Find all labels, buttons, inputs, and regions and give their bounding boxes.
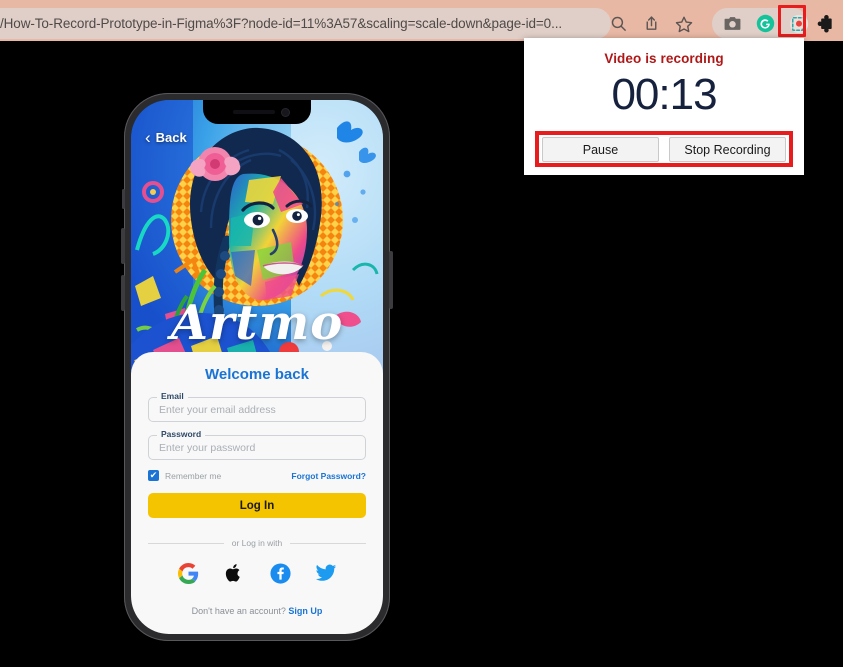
toolbar-icon-group [608, 8, 694, 39]
log-in-button[interactable]: Log In [148, 493, 366, 518]
password-field-group: Enter your password Password [148, 429, 366, 460]
remember-row: ✔ Remember me Forgot Password? [148, 470, 366, 481]
zoom-out-icon[interactable] [608, 14, 628, 34]
back-button[interactable]: ‹ Back [145, 128, 187, 147]
remember-me-label: Remember me [165, 470, 222, 481]
login-title: Welcome back [205, 366, 309, 383]
recording-popup: Video is recording 00:13 Pause Stop Reco… [524, 38, 804, 175]
divider-line-right [290, 542, 366, 544]
phone-screen: ‹ Back Artmo Welcome back Enter your ema… [131, 100, 383, 634]
google-icon[interactable] [177, 562, 199, 584]
address-bar[interactable]: /How-To-Record-Prototype-in-Figma%3F?nod… [0, 8, 611, 39]
facebook-icon[interactable] [269, 562, 291, 584]
back-button-label: Back [155, 130, 187, 145]
phone-silent-switch [122, 189, 125, 209]
divider-line-left [148, 542, 224, 544]
hero-artwork: ‹ Back Artmo [131, 100, 383, 375]
popup-button-row: Pause Stop Recording [542, 137, 786, 162]
password-placeholder: Enter your password [159, 441, 256, 454]
toolbar-top-strip [0, 0, 843, 8]
screenshot-camera-icon[interactable] [722, 13, 743, 34]
password-label: Password [157, 429, 206, 439]
share-icon[interactable] [641, 14, 661, 34]
signup-prompt: Don't have an account? [191, 606, 286, 616]
email-placeholder: Enter your email address [159, 403, 276, 416]
email-label: Email [157, 391, 188, 401]
chevron-left-icon: ‹ [145, 128, 151, 147]
signup-row: Don't have an account? Sign Up [148, 606, 366, 616]
pause-button[interactable]: Pause [542, 137, 659, 162]
screenshot-root: /How-To-Record-Prototype-in-Figma%3F?nod… [0, 0, 843, 667]
login-sheet: Welcome back Enter your email address Em… [131, 352, 383, 634]
stop-recording-button[interactable]: Stop Recording [669, 137, 786, 162]
email-field-group: Enter your email address Email [148, 391, 366, 422]
address-bar-url: /How-To-Record-Prototype-in-Figma%3F?nod… [0, 16, 563, 31]
notch-speaker [233, 110, 275, 114]
notch-camera [282, 109, 289, 116]
browser-toolbar: /How-To-Record-Prototype-in-Figma%3F?nod… [0, 0, 843, 41]
divider-label: or Log in with [231, 538, 283, 548]
sign-up-link[interactable]: Sign Up [288, 606, 322, 616]
bookmark-star-icon[interactable] [674, 14, 694, 34]
recording-status-text: Video is recording [604, 51, 724, 66]
extension-icon-group [712, 8, 809, 39]
remember-me-group[interactable]: ✔ Remember me [148, 470, 221, 481]
phone-notch [203, 100, 311, 124]
phone-power-button [389, 251, 393, 309]
brand-wordmark: Artmo [170, 295, 344, 351]
social-divider: or Log in with [148, 538, 366, 548]
phone-volume-up-button [121, 228, 125, 264]
twitter-icon[interactable] [315, 562, 337, 584]
phone-mockup: ‹ Back Artmo Welcome back Enter your ema… [121, 93, 393, 641]
forgot-password-link[interactable]: Forgot Password? [291, 471, 366, 481]
recording-timer: 00:13 [611, 70, 717, 119]
apple-icon[interactable] [223, 562, 245, 584]
extensions-puzzle-icon[interactable] [812, 10, 836, 36]
remember-me-checkbox[interactable]: ✔ [148, 470, 159, 481]
social-login-row [148, 562, 366, 584]
grammarly-icon[interactable] [755, 13, 776, 34]
screen-recorder-icon[interactable] [788, 13, 809, 34]
phone-volume-down-button [121, 275, 125, 311]
